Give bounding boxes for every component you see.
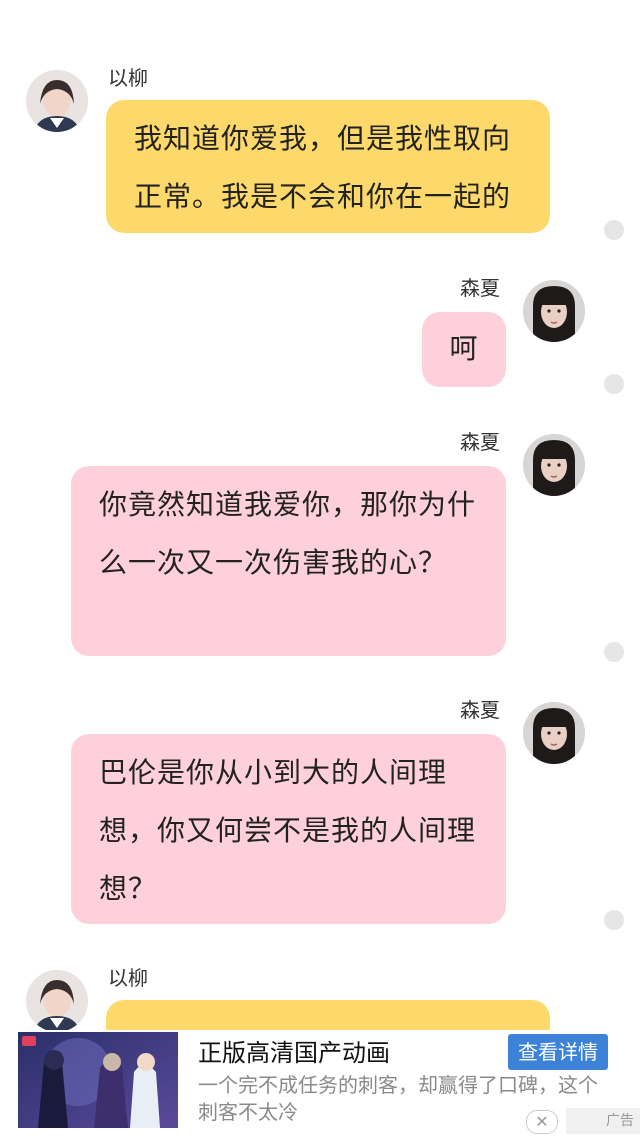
sender-name: 森夏 <box>460 698 500 722</box>
message-bubble[interactable]: 你竟然知道我爱你，那你为什么一次又一次伤害我的心？ <box>71 466 506 656</box>
status-dot <box>604 642 624 662</box>
status-dot <box>604 910 624 930</box>
sender-name: 森夏 <box>460 430 500 454</box>
ad-label: 广告 <box>566 1108 640 1134</box>
sender-name: 森夏 <box>460 276 500 300</box>
message-bubble[interactable]: 巴伦是你从小到大的人间理想，你又何尝不是我的人间理想？ <box>71 734 506 924</box>
message-bubble[interactable]: 我知道你爱我，但是我性取向正常。我是不会和你在一起的 <box>106 100 550 233</box>
avatar-yiliu[interactable] <box>26 70 88 132</box>
sender-name: 以柳 <box>108 66 148 90</box>
avatar-senxia[interactable] <box>523 280 585 342</box>
ad-image[interactable] <box>18 1032 178 1128</box>
status-dot <box>604 220 624 240</box>
chat-area: 以柳 我知道你爱我，但是我性取向正常。我是不会和你在一起的 森夏 呵 森夏 你竟… <box>0 0 640 1138</box>
close-icon[interactable]: ✕ <box>526 1110 558 1134</box>
status-dot <box>604 374 624 394</box>
avatar-yiliu[interactable] <box>26 970 88 1032</box>
message-bubble[interactable]: 呵 <box>422 312 506 387</box>
sender-name: 以柳 <box>108 966 148 990</box>
view-details-button[interactable]: 查看详情 <box>508 1034 608 1070</box>
avatar-senxia[interactable] <box>523 434 585 496</box>
ad-title[interactable]: 正版高清国产动画 <box>198 1038 390 1068</box>
ad-banner[interactable]: 正版高清国产动画 查看详情 一个完不成任务的刺客，却赢得了口碑，这个刺客不太冷 … <box>0 1030 640 1138</box>
avatar-senxia[interactable] <box>523 702 585 764</box>
